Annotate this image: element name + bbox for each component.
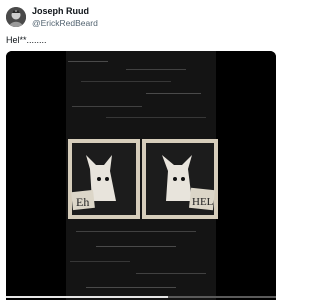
video-player[interactable]: Eh HEL <box>6 51 276 300</box>
right-sign-text: HEL <box>192 196 214 208</box>
video-progress-bar[interactable] <box>6 296 276 298</box>
author-names: Joseph Ruud @ErickRedBeard <box>32 6 98 29</box>
left-sign-text: Eh <box>76 195 89 209</box>
tweet-text: Hel**........ <box>6 35 47 45</box>
video-progress-fill <box>6 296 168 298</box>
avatar[interactable] <box>6 7 26 27</box>
video-frame: Eh HEL <box>6 51 276 300</box>
author-display-name[interactable]: Joseph Ruud <box>32 6 98 17</box>
author-handle[interactable]: @ErickRedBeard <box>32 18 98 29</box>
tweet-header: Joseph Ruud @ErickRedBeard <box>6 5 98 29</box>
left-panel: Eh <box>68 139 140 219</box>
right-panel: HEL <box>142 139 218 219</box>
avatar-photo-icon <box>6 7 26 27</box>
